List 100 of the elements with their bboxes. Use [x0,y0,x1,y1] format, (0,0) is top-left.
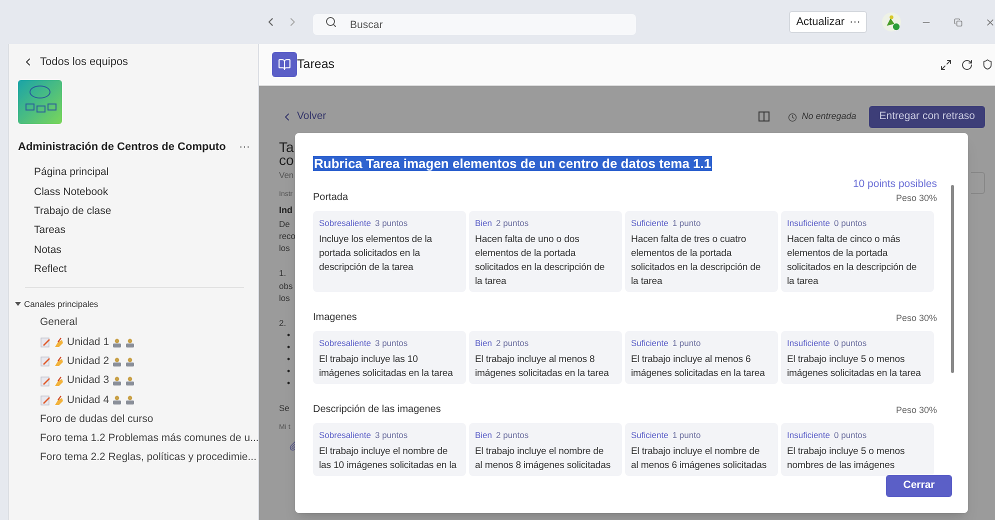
back-link[interactable]: Volver [281,109,326,125]
immersive-reader-icon[interactable] [758,111,770,123]
close-icon[interactable] [984,16,995,28]
person-at-laptop-icon [112,356,122,367]
writing-hand-icon [53,337,64,348]
channels-section-toggle[interactable]: Canales principales [15,298,258,311]
criterion-weight: Peso 30% [896,312,937,324]
level-description: El trabajo incluye 5 o menos nombres de las imágenes [787,445,906,473]
channel-item[interactable]: General [40,315,78,332]
memo-icon [40,356,51,368]
level-description: Hacen falta de uno o dos elementos de la portada solicitados en la descripción de la tarea [475,233,606,289]
person-at-laptop-icon [125,376,136,386]
channel-item[interactable]: Foro tema 1.2 Problemas más comunes de u... [40,431,259,447]
channel-item[interactable]: Foro de dudas del curso [40,412,154,428]
update-button[interactable]: Actualizar ··· [789,11,868,33]
refresh-icon[interactable] [961,58,973,70]
level-description: El trabajo incluye el nombre de las 10 imágenes solicitadas en la [319,445,457,473]
writing-hand-icon [53,394,64,406]
nav-item[interactable]: Notas [34,241,234,260]
nav-item[interactable]: Reflect [34,260,234,280]
bullet-mark: • [287,341,292,354]
person-at-laptop-icon [125,395,136,406]
criterion-weight: Peso 30% [896,404,937,416]
assignment-text: los [279,242,291,254]
assignment-text: Ven [279,169,295,182]
person-at-laptop-icon [112,376,122,386]
level-label: Insuficiente 0 puntos [787,217,868,230]
late-submit-button[interactable]: Entregar con retraso [869,106,985,128]
level-label: Bien 2 puntos [475,337,530,350]
bullet-mark: • [287,329,292,342]
channel-item[interactable]: Unidad 1 [67,334,110,350]
level-description: Incluye los elementos de la portada solicitados en la descripción de la tarea [319,233,434,275]
team-logo [18,80,62,124]
level-label: Insuficiente 0 puntos [787,429,868,442]
criterion-weight: Peso 30% [896,192,937,204]
assignments-app-icon [272,52,297,77]
shield-icon[interactable] [982,59,993,70]
level-label: Sobresaliente 3 puntos [319,337,409,350]
assignment-text: De [279,218,291,230]
assignment-text: Ta [279,141,295,154]
team-name: Administración de Centros de Computo [18,140,226,155]
person-at-laptop-icon [112,338,122,348]
memo-icon [40,394,51,406]
level-label: Bien 2 puntos [475,217,530,230]
search-field[interactable]: Buscar [313,14,636,35]
level-label: Bien 2 puntos [475,429,530,442]
person-at-laptop-icon [112,395,122,406]
nav-item[interactable]: Página principal [34,164,234,183]
level-label: Suficiente 1 punto [631,337,702,350]
level-description: Hacen falta de tres o cuatro elementos de la portada solicitados en la descripción de la tarea [631,233,762,289]
restore-icon[interactable] [954,18,963,26]
bullet-mark: • [287,365,292,378]
level-description: El trabajo incluye al menos 6 imágenes solicitadas en la tarea [631,353,766,381]
search-icon [325,16,338,28]
level-description: El trabajo incluye el nombre de al menos 8 imágenes solicitadas [475,445,612,473]
assignment-text: 2. [279,316,288,330]
nav-item[interactable]: Trabajo de clase [34,202,234,222]
assignment-text: co [279,154,295,167]
level-label: Sobresaliente 3 puntos [319,217,409,230]
level-description: Hacen falta de cinco o más elementos de la portada solicitados en la descripción de la tarea [787,233,918,289]
level-label: Sobresaliente 3 puntos [319,429,409,442]
criterion-name: Descripción de las imagenes [313,403,441,417]
dialog-title: Rubrica Tarea imagen elementos de un centro de datos tema 1.1 [313,156,712,171]
level-description: El trabajo incluye el nombre de al menos 6 imágenes solicitadas [631,445,768,473]
scrollbar[interactable] [951,185,954,373]
all-teams-link[interactable]: Todos los equipos [22,55,258,69]
points-total: 10 points posibles [852,177,937,191]
bullet-mark: • [287,377,292,390]
level-label: Insuficiente 0 puntos [787,337,868,350]
criterion-name: Imagenes [313,311,357,325]
app-title: Tareas [297,56,335,74]
expand-icon[interactable] [940,58,952,70]
assignment-text: Ind [279,204,294,218]
memo-icon [40,376,51,387]
avatar[interactable] [882,12,902,32]
level-label: Suficiente 1 punto [631,217,702,230]
nav-item[interactable]: Class Notebook [34,182,234,202]
clock-icon [788,112,797,122]
channel-item[interactable]: Unidad 2 [67,354,110,370]
bullet-mark: • [287,353,292,366]
criterion-name: Portada [313,191,348,205]
nav-item[interactable]: Tareas [34,222,234,242]
more-options-button[interactable]: ··· [239,139,250,156]
assignment-text: los [279,292,291,304]
submission-status: No entregada [802,110,856,124]
level-description: El trabajo incluye 5 o menos imágenes solicitadas en la tarea [787,353,922,381]
person-at-laptop-icon [125,356,136,367]
memo-icon [40,337,51,348]
assignment-text: 1. [279,266,288,280]
writing-hand-icon [53,376,64,387]
level-description: El trabajo incluye al menos 8 imágenes solicitadas en la tarea [475,353,610,381]
close-button[interactable]: Cerrar [886,475,952,497]
person-at-laptop-icon [125,338,136,348]
channel-item[interactable]: Unidad 3 [67,373,110,389]
level-label: Suficiente 1 punto [631,429,702,442]
channel-item[interactable]: Foro tema 2.2 Reglas, políticas y procedimie... [40,450,257,466]
assignment-text: reco [279,230,297,242]
writing-hand-icon [53,356,64,368]
channel-item[interactable]: Unidad 4 [67,392,110,408]
assignment-text: Se [279,402,290,415]
